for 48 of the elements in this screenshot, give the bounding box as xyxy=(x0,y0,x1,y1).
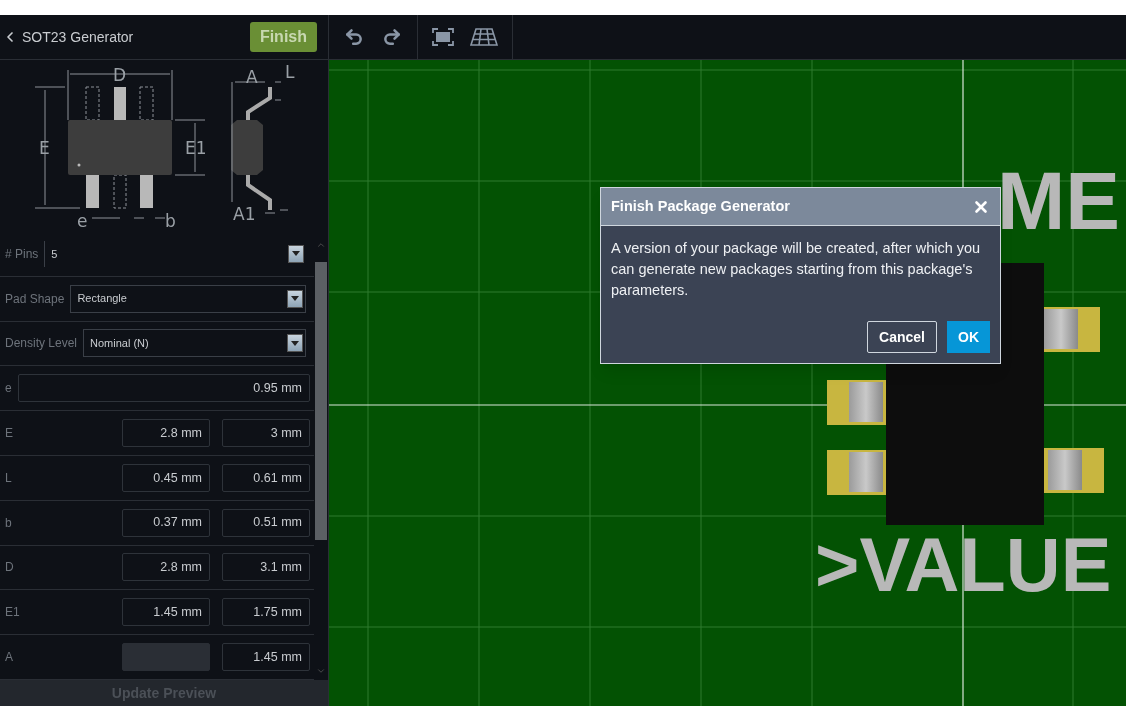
dimension-input[interactable]: 1.75 mm xyxy=(222,598,310,627)
undo-icon[interactable] xyxy=(344,27,364,47)
dropdown-value: Nominal (N) xyxy=(90,336,149,352)
dropdown-value: 5 xyxy=(51,246,58,262)
panel-title: SOT23 Generator xyxy=(22,27,135,47)
field-label: Density Level xyxy=(4,335,78,353)
dimension-input[interactable]: 0.95 mm xyxy=(18,374,310,403)
dimension-input[interactable]: 1.45 mm xyxy=(122,598,210,627)
dimension-label: b xyxy=(165,211,176,231)
field-label: L xyxy=(4,469,13,487)
dimension-label: E xyxy=(39,138,50,158)
dropdown-value: Rectangle xyxy=(77,291,127,307)
field-label: Pad Shape xyxy=(4,290,65,308)
dimension-label: L xyxy=(285,62,295,82)
dropdown-field[interactable]: 5 xyxy=(44,240,306,267)
silkscreen-name-text: ME xyxy=(997,160,1120,242)
field-label: A xyxy=(4,649,14,667)
dropdown-field[interactable]: Nominal (N) xyxy=(83,329,306,358)
dimension-label: D xyxy=(113,65,127,85)
dialog-message: A version of your package will be created, after which you can generate new packages starting from this package's parameters. xyxy=(611,239,982,300)
pad xyxy=(827,380,887,425)
dimension-label: E1 xyxy=(185,138,207,158)
pad xyxy=(827,450,887,495)
fit-view-icon[interactable] xyxy=(432,28,454,46)
dimension-input[interactable]: 2.8 mm xyxy=(122,419,210,448)
dimension-input[interactable]: 3 mm xyxy=(222,419,310,448)
dimension-label: A xyxy=(246,67,258,87)
dimension-input[interactable]: 0.37 mm xyxy=(122,508,210,537)
dimension-label: e xyxy=(77,211,88,231)
dimension-label: A1 xyxy=(233,204,256,224)
cancel-button[interactable]: Cancel xyxy=(867,321,937,353)
dialog-title: Finish Package Generator xyxy=(611,196,790,216)
redo-icon[interactable] xyxy=(382,27,402,47)
field-label: e xyxy=(4,380,13,398)
field-label: E xyxy=(4,425,14,443)
field-label: # Pins xyxy=(4,245,39,263)
dimension-input[interactable]: 0.45 mm xyxy=(122,463,210,492)
dimension-input[interactable]: 0.51 mm xyxy=(222,508,310,537)
dimension-input[interactable]: 3.1 mm xyxy=(222,553,310,582)
dimension-input[interactable]: 2.8 mm xyxy=(122,553,210,582)
field-label: b xyxy=(4,514,13,532)
field-label: D xyxy=(4,559,15,577)
field-label: E1 xyxy=(4,604,18,622)
pad xyxy=(1044,448,1104,493)
dropdown-field[interactable]: Rectangle xyxy=(70,284,306,313)
dimension-input[interactable]: 0.61 mm xyxy=(222,463,310,492)
dimension-input[interactable]: 1.45 mm xyxy=(222,643,310,672)
grid-icon[interactable] xyxy=(470,28,498,46)
